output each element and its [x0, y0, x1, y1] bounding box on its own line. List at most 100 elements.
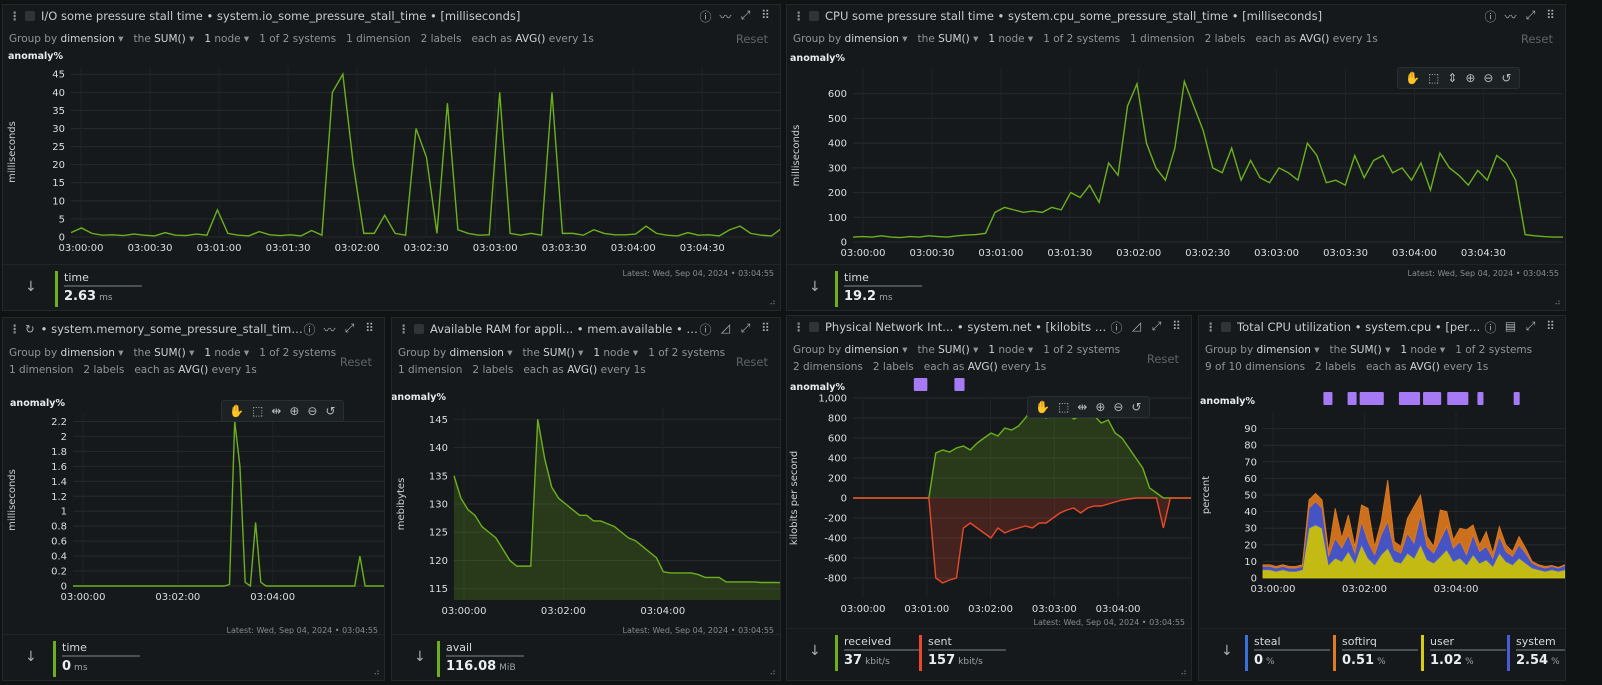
latest-timestamp: Latest: Wed, Sep 04, 2024 • 03:04:55 — [1033, 618, 1185, 627]
network-chart[interactable]: -800 -600 -400 -200 0 200 400 600 800 1,000 03:00:… — [787, 316, 1192, 638]
zoom-out-icon[interactable]: ⊖ — [1483, 71, 1493, 85]
y-tick-label: 0 — [841, 238, 847, 249]
series-area — [454, 419, 780, 600]
anomaly-band — [1347, 392, 1357, 405]
resize-grip-icon[interactable]: ⠴ — [769, 298, 776, 308]
y-tick-label: 400 — [828, 454, 847, 465]
down-arrow-icon[interactable]: ↓ — [414, 649, 426, 665]
y-tick-label: 40 — [1244, 507, 1257, 518]
legend-item-user[interactable]: user 1.02% — [1421, 635, 1506, 671]
anomaly-band — [1359, 392, 1384, 405]
zoom-in-icon[interactable]: ⊕ — [1465, 71, 1475, 85]
cpu-pressure-panel: ⋮ CPU some pressure stall time • system.… — [786, 4, 1566, 311]
y-tick-label: 135 — [429, 471, 448, 482]
zoom-out-icon[interactable]: ⊖ — [1113, 400, 1123, 414]
resize-grip-icon[interactable]: ⠴ — [769, 668, 776, 678]
chart-toolbox: ✋ ⬚ ⇹ ⊕ ⊖ ↺ — [1027, 396, 1150, 418]
chart-toolbox: ✋ ⬚ ⇹ ⊕ ⊖ ↺ — [221, 400, 344, 422]
x-tick-label: 03:03:30 — [542, 243, 587, 254]
resize-grip-icon[interactable]: ⠴ — [1180, 668, 1187, 678]
select-icon[interactable]: ⬚ — [252, 404, 263, 418]
y-axis-label: milliseconds — [7, 469, 18, 531]
memory-pressure-chart[interactable]: 0 0.2 0.4 0.6 0.8 1 1.2 1.4 1.6 1.8 2 2.2 03:00:00 03… — [3, 318, 385, 640]
x-tick-label: 03:00:00 — [61, 592, 106, 603]
available-ram-chart[interactable]: 115 120 125 130 135 140 145 03:00:00 03:02:00 03:… — [392, 318, 781, 640]
reset-zoom-icon[interactable]: ↺ — [1501, 71, 1511, 85]
zoom-out-icon[interactable]: ⊖ — [307, 404, 317, 418]
y-tick-label: 25 — [52, 142, 65, 153]
pan-icon[interactable]: ✋ — [229, 404, 244, 418]
down-arrow-icon[interactable]: ↓ — [25, 279, 37, 295]
cpu-pressure-chart[interactable]: 0 100 200 300 400 500 600 03:00:00 03:00:30 03:01… — [787, 5, 1566, 275]
select-vertical-icon[interactable]: ⇕ — [1447, 71, 1457, 85]
x-tick-label: 03:01:00 — [197, 243, 242, 254]
select-horizontal-icon[interactable]: ⇹ — [1077, 400, 1087, 414]
x-tick-label: 03:00:00 — [59, 243, 104, 254]
anomaly-band — [954, 378, 965, 391]
select-icon[interactable]: ⬚ — [1058, 400, 1069, 414]
anomaly-band — [913, 378, 928, 391]
memory-pressure-panel: ⋮ ↻ • system.memory_some_pressure_stall_… — [2, 317, 385, 681]
pan-icon[interactable]: ✋ — [1405, 71, 1420, 85]
anomaly-label: anomaly% — [790, 53, 845, 64]
x-tick-label: 03:02:30 — [1185, 248, 1230, 259]
y-tick-label: 1.4 — [51, 477, 67, 488]
legend-item-time[interactable]: time 2.63 ms — [55, 271, 142, 307]
series-area — [853, 498, 1191, 583]
y-tick-label: 130 — [429, 500, 448, 511]
y-tick-label: -600 — [824, 554, 847, 565]
x-tick-label: 03:04:30 — [1461, 248, 1506, 259]
y-tick-label: 2 — [61, 432, 67, 443]
anomaly-band — [1398, 392, 1421, 405]
anomaly-label: anomaly% — [10, 398, 65, 409]
legend-item-avail[interactable]: avail 116.08 MiB — [437, 641, 524, 677]
cpu-utilization-chart[interactable]: 0 10 20 30 40 50 60 70 80 90 03:00:00 03:02:00 03:04… — [1199, 316, 1566, 638]
pan-icon[interactable]: ✋ — [1035, 400, 1050, 414]
zoom-in-icon[interactable]: ⊕ — [1095, 400, 1105, 414]
zoom-in-icon[interactable]: ⊕ — [289, 404, 299, 418]
select-icon[interactable]: ⬚ — [1428, 71, 1439, 85]
y-axis-label: percent — [1201, 476, 1212, 514]
legend-item-received[interactable]: received 37 kbit/s — [835, 635, 922, 671]
x-tick-label: 03:02:00 — [541, 606, 586, 617]
x-tick-label: 03:01:00 — [978, 248, 1023, 259]
y-tick-label: 115 — [429, 584, 448, 595]
anomaly-band — [1513, 392, 1520, 405]
legend-item-time[interactable]: time 19.2 ms — [835, 271, 922, 307]
down-arrow-icon[interactable]: ↓ — [809, 279, 821, 295]
y-tick-label: 0.6 — [51, 537, 67, 548]
y-tick-label: 20 — [52, 160, 65, 171]
y-tick-label: 140 — [429, 443, 448, 454]
down-arrow-icon[interactable]: ↓ — [1221, 643, 1233, 659]
x-tick-label: 03:03:00 — [1254, 248, 1299, 259]
resize-grip-icon[interactable]: ⠴ — [1554, 298, 1561, 308]
down-arrow-icon[interactable]: ↓ — [809, 643, 821, 659]
select-horizontal-icon[interactable]: ⇹ — [271, 404, 281, 418]
y-tick-label: 400 — [828, 139, 847, 150]
network-panel: ⋮ Physical Network Int... • system.net •… — [786, 315, 1192, 681]
y-tick-label: -800 — [824, 574, 847, 585]
y-tick-label: 60 — [1244, 474, 1257, 485]
x-tick-label: 03:04:00 — [1392, 248, 1437, 259]
y-axis-label: milliseconds — [7, 121, 18, 183]
legend-item-steal[interactable]: steal 0% — [1245, 635, 1330, 671]
y-tick-label: 200 — [828, 474, 847, 485]
reset-zoom-icon[interactable]: ↺ — [1131, 400, 1141, 414]
series-line — [73, 421, 384, 588]
legend-item-system[interactable]: system 2.54% — [1507, 635, 1565, 671]
legend-item-softirq[interactable]: softirq 0.51% — [1333, 635, 1418, 671]
legend-item-time[interactable]: time 0 ms — [53, 641, 140, 677]
legend-footer: ↓ received 37 kbit/s sent 157 kbit/s ⠴ — [787, 628, 1191, 680]
reset-zoom-icon[interactable]: ↺ — [325, 404, 335, 418]
io-pressure-chart[interactable]: 0 5 10 15 20 25 30 35 40 45 03:00:00 03:00:30 03:01:… — [3, 5, 781, 275]
anomaly-band — [1447, 392, 1469, 405]
resize-grip-icon[interactable]: ⠴ — [373, 668, 380, 678]
x-tick-label: 03:04:00 — [1096, 604, 1141, 615]
x-tick-label: 03:00:30 — [128, 243, 173, 254]
y-tick-label: 2.2 — [51, 417, 67, 428]
legend-item-sent[interactable]: sent 157 kbit/s — [919, 635, 1006, 671]
x-tick-label: 03:01:00 — [904, 604, 949, 615]
down-arrow-icon[interactable]: ↓ — [25, 649, 37, 665]
x-tick-label: 03:03:00 — [1032, 604, 1077, 615]
y-axis-label: kilobits per second — [789, 451, 800, 545]
